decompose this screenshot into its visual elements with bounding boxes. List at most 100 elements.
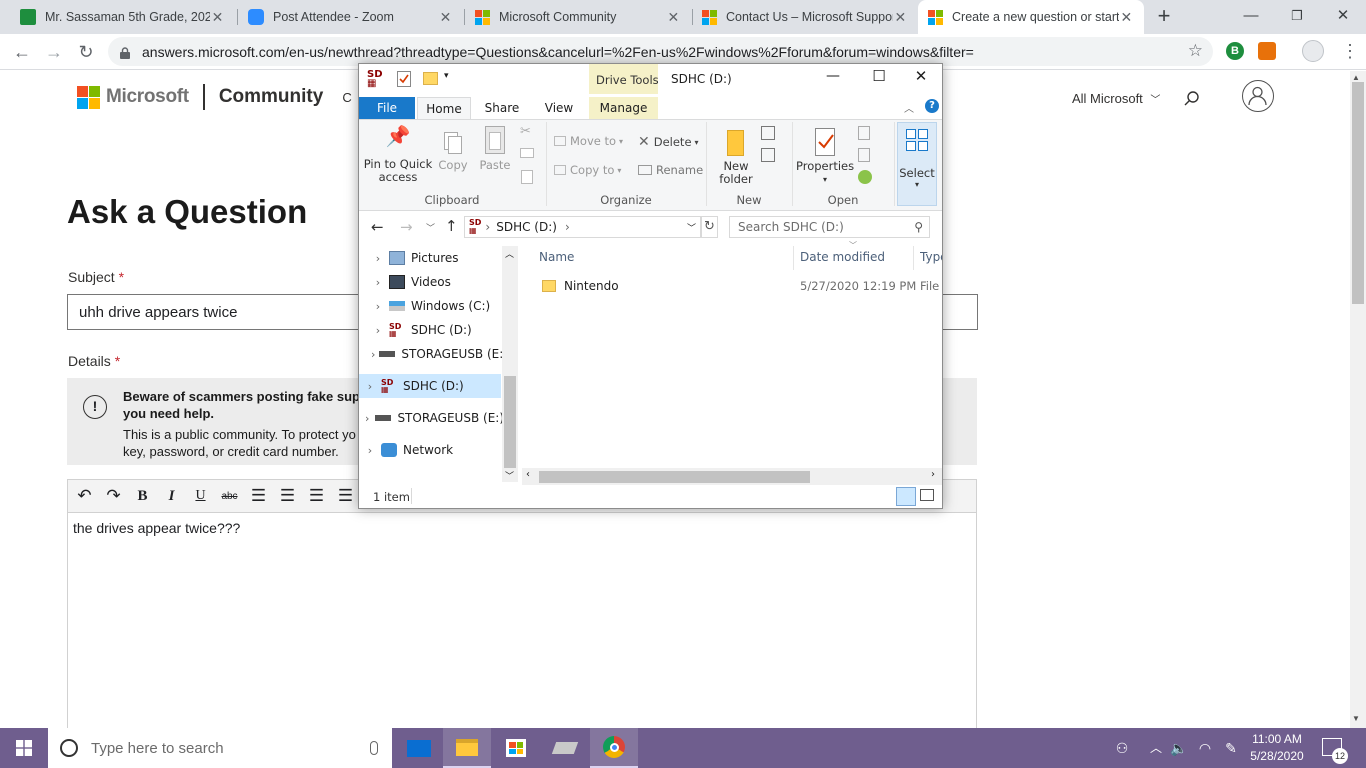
new-item-icon[interactable] (761, 126, 775, 140)
hscroll-right-icon[interactable]: › (931, 469, 935, 480)
minimize-button[interactable]: — (1228, 0, 1274, 34)
nav-pane-scrollbar-thumb[interactable] (504, 376, 516, 468)
nav-item-windows-c[interactable]: › Windows (C:) (359, 294, 504, 318)
chrome-menu-icon[interactable]: ⋮ (1340, 38, 1360, 66)
justify-icon[interactable]: ☰ (331, 482, 360, 510)
browser-tab-microsoft-community[interactable]: Microsoft Community ✕ (465, 0, 691, 34)
user-account-icon[interactable] (1242, 80, 1274, 112)
forward-button[interactable]: → (40, 38, 68, 66)
page-scrollbar-thumb[interactable] (1352, 82, 1364, 304)
browser-tab-create-question[interactable]: Create a new question or start ✕ (918, 0, 1144, 34)
open-icon[interactable] (858, 126, 870, 140)
pen-icon[interactable]: ✎ (1220, 728, 1242, 768)
italic-button[interactable]: I (157, 482, 186, 510)
wifi-icon[interactable]: ◠ (1194, 728, 1216, 768)
restore-button[interactable]: ❐ (1274, 0, 1320, 34)
back-button[interactable]: ← (8, 38, 36, 66)
customize-quick-access-icon[interactable]: ▾ (444, 71, 449, 81)
bold-button[interactable]: B (128, 482, 157, 510)
profile-avatar[interactable] (1302, 40, 1324, 62)
nav-scroll-up-icon[interactable]: ︿ (505, 247, 514, 260)
nav-item-sdhc-d-root[interactable]: › SD ▦ SDHC (D:) (359, 374, 501, 398)
scroll-down-arrow-icon[interactable]: ▼ (1352, 714, 1360, 723)
collapse-ribbon-icon[interactable]: ︿ (904, 100, 914, 115)
search-box[interactable]: Search SDHC (D:) ⚲ (729, 216, 930, 238)
hscroll-thumb[interactable] (539, 471, 810, 483)
maximize-button[interactable]: ☐ (859, 67, 899, 85)
paste-button[interactable]: Paste (475, 126, 515, 172)
large-icons-view-icon[interactable] (920, 489, 934, 501)
close-tab-icon[interactable]: ✕ (666, 9, 681, 26)
tab-view[interactable]: View (531, 97, 587, 119)
nav-item-videos[interactable]: › Videos (359, 270, 504, 294)
volume-icon[interactable]: 🔈 (1168, 728, 1190, 768)
bookmark-star-icon[interactable]: ☆ (1188, 41, 1203, 61)
redo-icon[interactable]: ↷ (99, 482, 128, 510)
nav-item-sdhc-d[interactable]: › SD ▦ SDHC (D:) (359, 318, 504, 342)
file-explorer-taskbar-icon[interactable] (443, 728, 491, 768)
move-to-button[interactable]: Move to ▾ (554, 134, 623, 148)
new-folder-button[interactable]: New folder (712, 126, 760, 186)
tab-share[interactable]: Share (474, 97, 530, 119)
search-icon[interactable] (1183, 90, 1201, 108)
properties-quick-icon[interactable] (397, 71, 411, 87)
cut-icon[interactable]: ✂ (520, 124, 531, 139)
details-editor[interactable]: the drives appear twice??? (67, 512, 977, 728)
store-taskbar-icon[interactable] (492, 728, 540, 768)
copy-to-button[interactable]: Copy to ▾ (554, 163, 621, 177)
clock[interactable]: 11:00 AM 5/28/2020 (1246, 731, 1308, 765)
properties-button[interactable]: Properties ▾ (796, 126, 854, 186)
copy-button[interactable]: Copy (435, 130, 471, 172)
tab-file[interactable]: File (359, 97, 415, 119)
recent-locations-icon[interactable]: ﹀ (426, 221, 435, 234)
microphone-icon[interactable] (370, 741, 378, 755)
undo-icon[interactable]: ↶ (70, 482, 99, 510)
extension-b-icon[interactable]: B (1226, 42, 1244, 60)
forward-arrow-icon[interactable]: → (400, 218, 413, 236)
select-button[interactable]: Select ▾ (897, 122, 937, 206)
column-type[interactable]: Type (920, 250, 942, 264)
tab-manage[interactable]: Manage (589, 97, 658, 119)
up-arrow-icon[interactable]: ↑ (445, 217, 458, 235)
close-tab-icon[interactable]: ✕ (210, 9, 225, 26)
easy-access-icon[interactable] (761, 148, 775, 162)
nav-item-pictures[interactable]: › Pictures (359, 246, 504, 270)
help-icon[interactable]: ? (925, 99, 939, 113)
new-folder-quick-icon[interactable] (423, 72, 438, 85)
nav-scroll-down-icon[interactable]: ﹀ (505, 469, 514, 482)
close-tab-icon[interactable]: ✕ (893, 9, 908, 26)
hscroll-left-icon[interactable]: ‹ (526, 469, 530, 480)
mail-taskbar-icon[interactable] (395, 728, 443, 768)
new-tab-button[interactable]: + (1150, 3, 1178, 31)
refresh-icon[interactable]: ↻ (701, 216, 718, 238)
copy-path-icon[interactable] (520, 148, 534, 158)
address-bar[interactable]: answers.microsoft.com/en-us/newthread?th… (108, 37, 1213, 66)
app-taskbar-icon[interactable] (541, 728, 589, 768)
back-arrow-icon[interactable]: ← (371, 218, 384, 236)
close-tab-icon[interactable]: ✕ (1119, 9, 1134, 26)
scroll-up-arrow-icon[interactable]: ▲ (1352, 73, 1360, 82)
align-left-icon[interactable]: ☰ (244, 482, 273, 510)
browser-tab-zoom[interactable]: Post Attendee - Zoom ✕ (238, 0, 463, 34)
edit-icon[interactable] (858, 148, 870, 162)
nav-item-storageusb-e-root[interactable]: › STORAGEUSB (E:) (359, 406, 504, 430)
column-name[interactable]: Name (539, 250, 574, 264)
align-right-icon[interactable]: ☰ (302, 482, 331, 510)
chrome-taskbar-icon[interactable] (590, 728, 638, 768)
nav-item-network[interactable]: › Network (359, 438, 504, 462)
brand-name[interactable]: Microsoft (106, 86, 189, 108)
underline-button[interactable]: U (186, 482, 215, 510)
address-path[interactable]: SD ▦ › SDHC (D:) › ﹀ (464, 216, 701, 238)
nav-item-partial[interactable]: C (342, 90, 351, 105)
extension-icon[interactable] (1258, 42, 1276, 60)
history-icon[interactable] (858, 170, 872, 184)
minimize-button[interactable]: — (813, 68, 853, 84)
address-dropdown-icon[interactable]: ﹀ (687, 221, 696, 234)
taskbar-search-box[interactable]: Type here to search (48, 728, 392, 768)
strikethrough-button[interactable]: abc (215, 482, 244, 510)
file-row[interactable]: Nintendo 5/27/2020 12:19 PM File f (534, 274, 942, 298)
show-hidden-icons-icon[interactable]: ︿ (1146, 728, 1166, 768)
nav-item-storageusb-e[interactable]: › STORAGEUSB (E:) (359, 342, 508, 366)
align-center-icon[interactable]: ☰ (273, 482, 302, 510)
reload-button[interactable]: ↻ (72, 38, 100, 66)
